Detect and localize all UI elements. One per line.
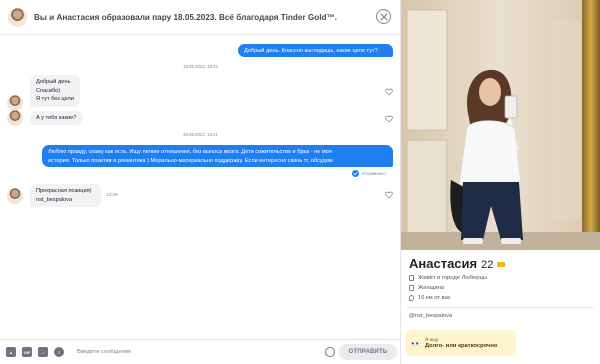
message-line: Прекрасная позиция)	[36, 188, 92, 194]
close-icon	[380, 13, 387, 20]
profile-distance-row: 16 км от вас	[409, 295, 451, 301]
message-incoming[interactable]: Прекрасная позиция) nst_bespalova	[30, 184, 101, 207]
profile-name: Анастасия	[409, 256, 478, 271]
profile-gender-row: Женщина	[409, 285, 444, 291]
message-outgoing[interactable]: Люблю правду, скажу как есть. Ищу легкие…	[42, 145, 393, 167]
match-info-text: Вы и Анастасия образовали пару 18.05.202…	[34, 12, 338, 22]
chat-panel: Вы и Анастасия образовали пару 18.05.202…	[0, 0, 401, 364]
match-avatar[interactable]	[8, 7, 27, 27]
looking-for-card: 👀 Я ищу Долго- или краткосрочно	[406, 330, 516, 356]
chat-icon: ≡	[57, 349, 61, 355]
message-line: nst_bespalova	[36, 196, 73, 203]
heart-icon	[385, 115, 393, 123]
sent-label: Отправлено	[362, 171, 386, 176]
profile-photo[interactable]	[401, 0, 600, 250]
looking-for-label: Я ищу	[424, 337, 439, 342]
profile-gender: Женщина	[418, 285, 445, 291]
message-time: 14:29	[106, 192, 118, 197]
gender-icon	[409, 285, 414, 291]
message-line: история. Только позитив и романтика ) Мо…	[48, 157, 333, 164]
message-input[interactable]	[77, 345, 317, 359]
message-line: Спасибо)	[36, 87, 61, 94]
heart-icon	[385, 191, 393, 199]
sent-check-icon	[352, 170, 359, 177]
emoji-picker-button[interactable]: ≡	[54, 347, 64, 357]
message-text: А у тебя какие?	[36, 115, 77, 121]
sticker-icon: ▲	[9, 349, 13, 355]
like-message-button[interactable]	[385, 191, 393, 199]
profile-age: 22	[481, 259, 494, 271]
music-button[interactable]: ♪	[38, 347, 48, 357]
looking-for-value: Долго- или краткосрочно	[424, 343, 498, 349]
location-icon	[409, 295, 414, 301]
sender-avatar[interactable]	[7, 110, 23, 126]
gif-label: GIF	[23, 349, 31, 355]
profile-panel: Анастасия 22 Живёт в городе Люберцы Женщ…	[401, 0, 600, 364]
music-icon: ♪	[42, 349, 44, 355]
message-incoming[interactable]: Добрый день Спасибо) Я тут без цели	[30, 75, 80, 107]
close-chat-button[interactable]	[376, 9, 391, 24]
like-message-button[interactable]	[385, 88, 393, 96]
sticker-button[interactable]: ▲	[6, 347, 16, 357]
message-line: Добрый день	[36, 79, 71, 85]
divider	[407, 307, 594, 308]
message-outgoing[interactable]: Добрый день. Классно выглядишь, какие це…	[238, 44, 393, 57]
chat-header: Вы и Анастасия образовали пару 18.05.202…	[0, 0, 401, 35]
message-text: Добрый день. Классно выглядишь, какие це…	[244, 48, 378, 54]
verified-badge-icon	[497, 262, 506, 267]
eyes-icon: 👀	[411, 338, 421, 348]
home-icon	[409, 275, 414, 281]
smiley-icon[interactable]	[325, 347, 335, 357]
send-button[interactable]: ОТПРАВИТЬ	[339, 344, 397, 360]
gif-button[interactable]: GIF	[22, 347, 32, 357]
date-separator: 29.05.2023, 13:41	[183, 132, 218, 137]
heart-icon	[385, 88, 393, 96]
like-message-button[interactable]	[385, 115, 393, 123]
message-line: Люблю правду, скажу как есть. Ищу легкие…	[48, 149, 332, 155]
sender-avatar[interactable]	[7, 188, 23, 204]
message-line: Я тут без цели	[36, 96, 74, 103]
message-incoming[interactable]: А у тебя какие?	[30, 111, 83, 125]
date-separator: 18.05.2023, 18:42	[183, 64, 218, 69]
message-composer: ▲ GIF ♪ ≡ ОТПРАВИТЬ	[0, 339, 401, 364]
sender-avatar[interactable]	[7, 95, 23, 111]
profile-distance: 16 км от вас	[418, 295, 451, 301]
sent-status: Отправлено	[352, 170, 386, 177]
profile-bio-text: @nst_bespalova	[409, 313, 453, 319]
tinder-chat-app: Вы и Анастасия образовали пару 18.05.202…	[0, 0, 600, 364]
profile-city: Живёт в городе Люберцы	[418, 275, 487, 281]
profile-name-row: Анастасия 22	[409, 256, 506, 271]
profile-city-row: Живёт в городе Люберцы	[409, 275, 487, 281]
